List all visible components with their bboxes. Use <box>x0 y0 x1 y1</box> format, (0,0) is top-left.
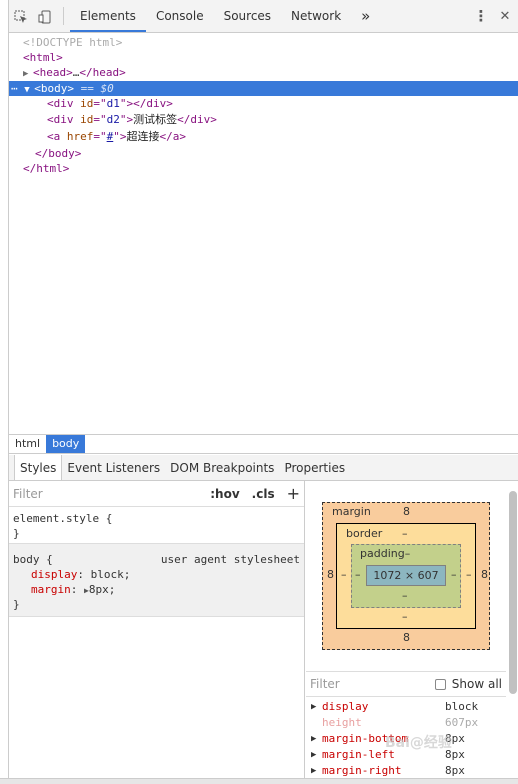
body-selector: body { <box>13 553 53 566</box>
dom-node-div-d2[interactable]: <div id="d2">测试标签</div> <box>9 112 518 127</box>
box-model-diagram: 1072 × 607 margin 8 8 8 8 border – – – –… <box>306 481 506 669</box>
show-all-checkbox[interactable] <box>434 678 446 690</box>
margin-left-value: 8 <box>327 568 334 581</box>
padding-left-value: – <box>355 568 361 581</box>
tab-styles[interactable]: Styles <box>14 455 63 480</box>
expand-triangle-icon[interactable]: ▶ <box>311 699 316 715</box>
computed-scrollbar[interactable] <box>509 491 517 694</box>
margin-bottom-value: 8 <box>403 631 410 644</box>
devtools-panel: Elements Console Sources Network » ⋮ ✕ <… <box>8 0 518 784</box>
watermark-logo: Bai@经验 <box>385 735 452 751</box>
selected-node-marker: == $0 <box>80 82 114 95</box>
more-tabs-icon[interactable]: » <box>351 0 380 32</box>
border-left-value: – <box>341 568 347 581</box>
dom-node-html-close[interactable]: </html> <box>9 161 518 176</box>
cls-button[interactable]: .cls <box>252 487 275 501</box>
styles-pane: Filter :hov .cls + element.style { } bod… <box>9 481 305 784</box>
margin-right-value: 8 <box>481 568 488 581</box>
dom-tree: <!DOCTYPE html> <html> ▶ <head>…</head> ⋯… <box>9 34 518 434</box>
expand-triangle-icon[interactable]: ▶ <box>23 67 33 82</box>
html-open-tag: <html> <box>23 51 63 64</box>
tab-elements[interactable]: Elements <box>70 0 146 32</box>
tab-network[interactable]: Network <box>281 0 351 32</box>
border-bottom-value: – <box>402 610 408 623</box>
expand-triangle-icon[interactable]: ▶ <box>311 747 316 763</box>
computed-row[interactable]: ▶ display block <box>306 699 506 715</box>
styles-filter-bar: Filter :hov .cls + <box>9 481 304 507</box>
element-style-rule: element.style { } <box>9 507 304 544</box>
dom-node-head[interactable]: ▶ <head>…</head> <box>9 65 518 80</box>
css-property-display: display: block; <box>31 568 131 581</box>
border-label: border <box>346 527 383 540</box>
new-rule-button[interactable]: + <box>287 484 300 503</box>
padding-label: padding– <box>360 547 411 560</box>
sidebar-tabbar: Styles Event Listeners DOM Breakpoints P… <box>9 455 518 481</box>
padding-bottom-value: – <box>402 589 408 602</box>
margin-top-value: 8 <box>403 505 410 518</box>
box-model-content[interactable]: 1072 × 607 <box>366 565 446 586</box>
dom-doctype[interactable]: <!DOCTYPE html> <box>9 35 518 50</box>
padding-right-value: – <box>451 568 457 581</box>
styles-filter-input[interactable]: Filter <box>13 487 198 501</box>
menu-icon[interactable]: ⋮ <box>469 0 493 33</box>
inspect-element-icon[interactable] <box>9 0 33 33</box>
breadcrumb: html body <box>9 434 518 454</box>
css-property-margin: margin: ▶8px; <box>31 583 116 596</box>
computed-row[interactable]: height 607px <box>306 715 506 731</box>
body-ua-rule: body { user agent stylesheet display: bl… <box>9 544 304 617</box>
a-text: 超连接 <box>126 130 160 143</box>
tab-properties[interactable]: Properties <box>279 455 350 480</box>
border-top-value: – <box>402 527 408 540</box>
dom-node-body[interactable]: ⋯ ▼ <body> == $0 <box>9 81 518 96</box>
margin-label: margin <box>332 505 371 518</box>
div2-text: 测试标签 <box>133 113 178 126</box>
border-right-value: – <box>466 568 472 581</box>
hov-button[interactable]: :hov <box>210 487 239 501</box>
body-close-tag: </body> <box>35 147 82 160</box>
computed-filter-bar: Filter Show all <box>306 671 506 697</box>
computed-row[interactable]: ▶ margin-right 8px <box>306 763 506 779</box>
computed-filter-input[interactable]: Filter <box>310 677 435 691</box>
devtools-toolbar: Elements Console Sources Network » ⋮ ✕ <box>9 0 518 33</box>
breadcrumb-html[interactable]: html <box>9 435 46 453</box>
head-tag: head <box>39 66 67 79</box>
dom-node-html[interactable]: <html> <box>9 50 518 65</box>
doctype-text: <!DOCTYPE html> <box>23 36 123 49</box>
body-tag: body <box>40 82 68 95</box>
tab-sources[interactable]: Sources <box>214 0 281 32</box>
rule-source: user agent stylesheet <box>160 553 300 566</box>
more-actions-icon[interactable]: ⋯ <box>11 82 18 95</box>
html-close-tag: </html> <box>23 162 70 175</box>
element-style-selector[interactable]: element.style { <box>13 511 300 526</box>
dom-node-body-close[interactable]: </body> <box>9 146 518 161</box>
tab-dom-breakpoints[interactable]: DOM Breakpoints <box>165 455 279 480</box>
expand-triangle-icon[interactable]: ▶ <box>311 731 316 747</box>
expand-triangle-icon[interactable]: ▶ <box>311 763 316 779</box>
close-icon[interactable]: ✕ <box>493 0 517 33</box>
dom-node-a[interactable]: <a href="#">超连接</a> <box>9 129 518 144</box>
horizontal-scrollbar[interactable] <box>0 778 518 784</box>
show-all-label: Show all <box>451 677 502 691</box>
rule-close-brace: } <box>13 598 20 611</box>
device-toolbar-icon[interactable] <box>33 0 57 33</box>
tab-console[interactable]: Console <box>146 0 214 32</box>
rule-close-brace: } <box>13 527 20 540</box>
breadcrumb-body[interactable]: body <box>46 435 86 453</box>
toolbar-divider <box>63 7 64 25</box>
tab-event-listeners[interactable]: Event Listeners <box>62 455 165 480</box>
dom-node-div-d1[interactable]: <div id="d1"></div> <box>9 96 518 111</box>
